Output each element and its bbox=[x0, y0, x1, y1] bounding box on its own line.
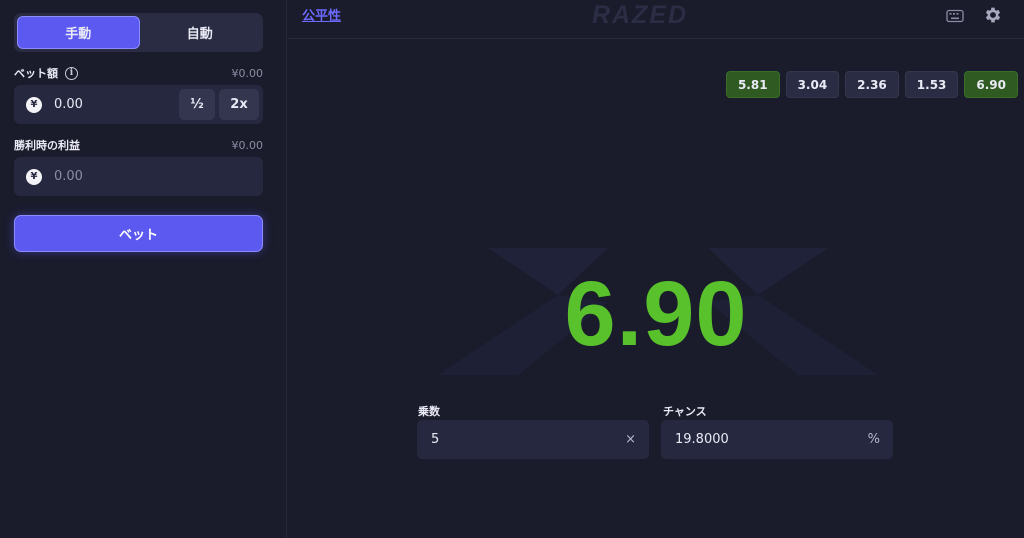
bet-button[interactable]: ベット bbox=[14, 215, 263, 252]
multiplier-field: 5 × bbox=[417, 420, 649, 459]
yen-coin-icon: ¥ bbox=[26, 168, 42, 185]
profit-on-win-field: ¥ 0.00 bbox=[14, 157, 263, 196]
mode-switch: 手動 自動 bbox=[14, 13, 263, 52]
limbo-game: 手動 自動 ベット額 i ¥0.00 ¥ 0.00 ½ 2x 勝利時の利益 ¥0… bbox=[0, 0, 1024, 538]
brand-logo-text: RAZED bbox=[592, 1, 688, 29]
multiplier-label: 乗数 bbox=[418, 405, 440, 418]
history-chip: 1.53 bbox=[904, 71, 959, 98]
multiplier-input[interactable]: 5 bbox=[431, 432, 439, 447]
history-chip: 3.04 bbox=[785, 71, 840, 98]
double-bet-button[interactable]: 2x bbox=[219, 89, 259, 120]
yen-coin-icon: ¥ bbox=[26, 96, 42, 113]
profit-on-win-input[interactable]: 0.00 bbox=[54, 169, 263, 184]
result-multiplier: 6.90 bbox=[564, 263, 748, 365]
tab-auto[interactable]: 自動 bbox=[140, 16, 261, 49]
bet-amount-field: ¥ 0.00 ½ 2x bbox=[14, 85, 263, 124]
bet-amount-input[interactable]: 0.00 bbox=[54, 97, 179, 112]
half-bet-button[interactable]: ½ bbox=[179, 89, 215, 120]
gear-icon[interactable] bbox=[983, 5, 1003, 25]
profit-converted: ¥0.00 bbox=[231, 138, 264, 152]
info-icon[interactable]: i bbox=[65, 66, 78, 80]
game-area: 公平性 RAZED 5.81 3.04 2.36 1.53 6.90 6.90 … bbox=[288, 0, 1024, 538]
history-chip: 5.81 bbox=[725, 71, 780, 98]
bet-amount-label-group: ベット額 i bbox=[14, 65, 78, 81]
percent-icon: % bbox=[867, 432, 880, 447]
history-chip: 6.90 bbox=[964, 71, 1018, 98]
multiply-icon: × bbox=[625, 432, 636, 447]
bet-amount-label-row: ベット額 i ¥0.00 bbox=[14, 65, 263, 81]
bet-sidebar: 手動 自動 ベット額 i ¥0.00 ¥ 0.00 ½ 2x 勝利時の利益 ¥0… bbox=[0, 0, 287, 538]
chance-input[interactable]: 19.8000 bbox=[675, 432, 729, 447]
brand-logo: RAZED bbox=[592, 1, 688, 29]
profit-label-row: 勝利時の利益 ¥0.00 bbox=[14, 137, 263, 153]
profit-label: 勝利時の利益 bbox=[14, 139, 80, 152]
game-topbar: 公平性 RAZED bbox=[288, 0, 1024, 39]
chance-label: チャンス bbox=[663, 405, 707, 418]
keyboard-icon[interactable] bbox=[946, 9, 964, 23]
tab-manual[interactable]: 手動 bbox=[17, 16, 140, 49]
bet-amount-converted: ¥0.00 bbox=[231, 66, 264, 80]
history-chip: 2.36 bbox=[845, 71, 899, 98]
fairness-link[interactable]: 公平性 bbox=[302, 5, 341, 24]
chance-field: 19.8000 % bbox=[661, 420, 893, 459]
bet-amount-label: ベット額 bbox=[14, 67, 58, 80]
result-history: 5.81 3.04 2.36 1.53 6.90 bbox=[725, 71, 1018, 98]
